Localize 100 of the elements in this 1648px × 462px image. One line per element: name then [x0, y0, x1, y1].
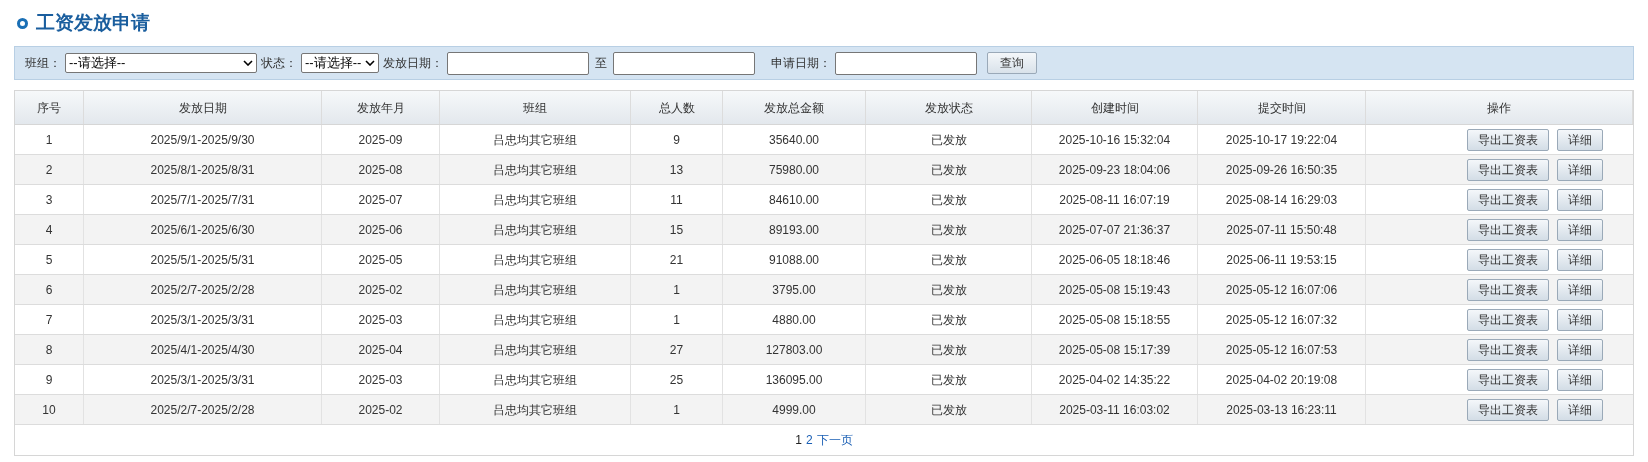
- table-cell: 2025-06-05 18:18:46: [1032, 245, 1198, 274]
- table-cell: 4880.00: [723, 305, 866, 334]
- table-cell: 已发放: [866, 305, 1032, 334]
- table-cell: 2025-03: [322, 305, 440, 334]
- table-cell: 2025-10-17 19:22:04: [1198, 125, 1366, 154]
- table-cell: 吕忠均其它班组: [440, 395, 631, 424]
- table-cell: 2025-06: [322, 215, 440, 244]
- table-cell: 75980.00: [723, 155, 866, 184]
- table-cell: 91088.00: [723, 245, 866, 274]
- table-cell: 9: [631, 125, 723, 154]
- table-cell: 吕忠均其它班组: [440, 245, 631, 274]
- table-cell: 2025/5/1-2025/5/31: [84, 245, 322, 274]
- table-cell: 7: [15, 305, 84, 334]
- table-cell: 136095.00: [723, 365, 866, 394]
- table-cell: 89193.00: [723, 215, 866, 244]
- export-button[interactable]: 导出工资表: [1467, 398, 1549, 421]
- table-cell: 2025-02: [322, 275, 440, 304]
- table-cell: 2025/7/1-2025/7/31: [84, 185, 322, 214]
- export-button[interactable]: 导出工资表: [1467, 158, 1549, 181]
- table-cell: 2025/8/1-2025/8/31: [84, 155, 322, 184]
- date-input[interactable]: [835, 51, 977, 75]
- table-cell: 已发放: [866, 215, 1032, 244]
- table-cell: 4: [15, 215, 84, 244]
- table-cell: 已发放: [866, 275, 1032, 304]
- table-cell: 2025/2/7-2025/2/28: [84, 395, 322, 424]
- filter-label: 至: [594, 55, 608, 72]
- export-button[interactable]: 导出工资表: [1467, 188, 1549, 211]
- table-cell: 2025-04-02 20:19:08: [1198, 365, 1366, 394]
- table-cell: 吕忠均其它班组: [440, 125, 631, 154]
- table-cell: 1: [15, 125, 84, 154]
- select-dropdown[interactable]: --请选择--: [301, 53, 379, 73]
- export-button[interactable]: 导出工资表: [1467, 248, 1549, 271]
- export-button[interactable]: 导出工资表: [1467, 128, 1549, 151]
- detail-button[interactable]: 详细: [1557, 368, 1603, 391]
- table-cell: 已发放: [866, 185, 1032, 214]
- detail-button[interactable]: 详细: [1557, 278, 1603, 301]
- next-page-link[interactable]: 下一页: [816, 431, 853, 449]
- detail-button[interactable]: 详细: [1557, 218, 1603, 241]
- table-cell: 15: [631, 215, 723, 244]
- export-button[interactable]: 导出工资表: [1467, 308, 1549, 331]
- select-dropdown[interactable]: --请选择--: [65, 53, 257, 73]
- table-cell: 已发放: [866, 365, 1032, 394]
- date-input[interactable]: [447, 51, 589, 75]
- table-cell: 2025-05-08 15:18:55: [1032, 305, 1198, 334]
- chevron-down-icon: [243, 60, 253, 66]
- table-cell: 2025-02: [322, 395, 440, 424]
- table-cell: 2025-03: [322, 365, 440, 394]
- table-cell: 吕忠均其它班组: [440, 365, 631, 394]
- page-title: 工资发放申请: [36, 10, 150, 35]
- detail-button[interactable]: 详细: [1557, 248, 1603, 271]
- column-header: 创建时间: [1032, 91, 1198, 124]
- table-cell: 吕忠均其它班组: [440, 215, 631, 244]
- column-header: 操作: [1366, 91, 1633, 124]
- page-link[interactable]: 2: [806, 431, 813, 449]
- table-cell: 11: [631, 185, 723, 214]
- column-header: 发放总金额: [723, 91, 866, 124]
- export-button[interactable]: 导出工资表: [1467, 368, 1549, 391]
- table-cell: 2025-08-11 16:07:19: [1032, 185, 1198, 214]
- table-cell: 5: [15, 245, 84, 274]
- table-cell: 2025-05-12 16:07:06: [1198, 275, 1366, 304]
- table-cell: 吕忠均其它班组: [440, 275, 631, 304]
- export-button[interactable]: 导出工资表: [1467, 218, 1549, 241]
- column-header: 发放状态: [866, 91, 1032, 124]
- date-input[interactable]: [613, 51, 755, 75]
- table-cell: 25: [631, 365, 723, 394]
- detail-button[interactable]: 详细: [1557, 308, 1603, 331]
- table-cell: 2025/3/1-2025/3/31: [84, 305, 322, 334]
- detail-button[interactable]: 详细: [1557, 128, 1603, 151]
- column-header: 序号: [15, 91, 84, 124]
- table-cell: 2025-04: [322, 335, 440, 364]
- export-button[interactable]: 导出工资表: [1467, 278, 1549, 301]
- chevron-down-icon: [365, 60, 375, 66]
- column-header: 班组: [440, 91, 631, 124]
- table-cell: 2025-08: [322, 155, 440, 184]
- export-button[interactable]: 导出工资表: [1467, 338, 1549, 361]
- detail-button[interactable]: 详细: [1557, 398, 1603, 421]
- table-cell: 2025-03-11 16:03:02: [1032, 395, 1198, 424]
- table-cell: 3795.00: [723, 275, 866, 304]
- table-cell: 10: [15, 395, 84, 424]
- table-cell: 1: [631, 395, 723, 424]
- page-link[interactable]: 1: [795, 431, 802, 449]
- table-cell: 2025-05: [322, 245, 440, 274]
- table-cell: 已发放: [866, 395, 1032, 424]
- table-cell: 吕忠均其它班组: [440, 185, 631, 214]
- detail-button[interactable]: 详细: [1557, 158, 1603, 181]
- query-button[interactable]: 查询: [987, 52, 1037, 74]
- table-cell: 84610.00: [723, 185, 866, 214]
- detail-button[interactable]: 详细: [1557, 188, 1603, 211]
- table-cell: 吕忠均其它班组: [440, 335, 631, 364]
- table-cell: 9: [15, 365, 84, 394]
- column-header: 发放年月: [322, 91, 440, 124]
- table-cell: 2025-03-13 16:23:11: [1198, 395, 1366, 424]
- detail-button[interactable]: 详细: [1557, 338, 1603, 361]
- table-cell: 已发放: [866, 335, 1032, 364]
- table-cell: 2025/9/1-2025/9/30: [84, 125, 322, 154]
- table-cell: 3: [15, 185, 84, 214]
- table-cell: 13: [631, 155, 723, 184]
- table-cell: 2025-06-11 19:53:15: [1198, 245, 1366, 274]
- table-cell: 吕忠均其它班组: [440, 305, 631, 334]
- table-cell: 27: [631, 335, 723, 364]
